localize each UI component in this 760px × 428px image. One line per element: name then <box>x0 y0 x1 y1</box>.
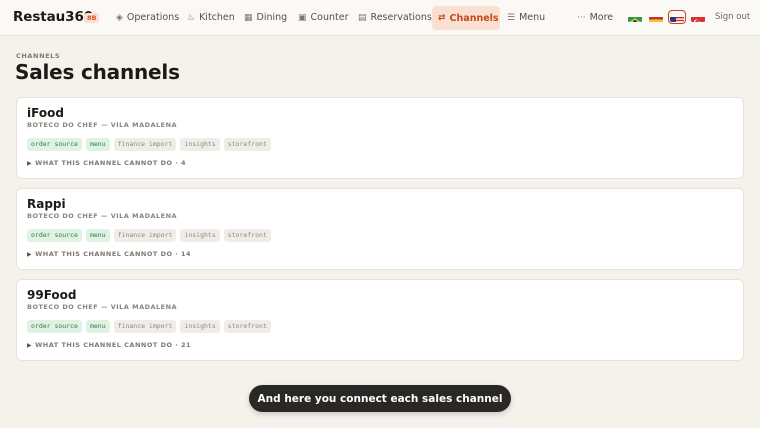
top-navigation-bar: Restau360 8B ◈ Operations ♨ Kitchen ▦ Di… <box>0 0 760 36</box>
nav-item-label: Kitchen <box>199 12 235 23</box>
cannot-do-disclosure[interactable]: ▶ WHAT THIS CHANNEL CANNOT DO · 4 <box>27 159 186 167</box>
capability-tag: insights <box>180 229 220 242</box>
cannot-do-label: WHAT THIS CHANNEL CANNOT DO · 4 <box>35 159 187 167</box>
capability-tag: order source <box>27 138 82 151</box>
nav-item-label: More <box>589 12 614 23</box>
capability-tag: finance import <box>113 320 177 333</box>
channel-venue: BOTECO DO CHEF — VILA MADALENA <box>27 212 178 220</box>
capability-tag: insights <box>180 320 220 333</box>
cannot-do-label: WHAT THIS CHANNEL CANNOT DO · 14 <box>35 250 192 258</box>
disclosure-triangle-icon: ▶ <box>27 341 33 349</box>
swap-icon: ⇄ <box>438 13 446 23</box>
cannot-do-label: WHAT THIS CHANNEL CANNOT DO · 21 <box>35 341 192 349</box>
capability-tag: order source <box>27 320 82 333</box>
calendar-icon: ▤ <box>358 12 367 23</box>
nav-item-channels[interactable]: ⇄ Channels <box>432 6 500 30</box>
nav-item-label: Operations <box>126 12 180 23</box>
ellipsis-icon: ··· <box>577 12 586 23</box>
flame-icon: ♨ <box>187 12 196 23</box>
capability-tag: storefront <box>223 320 271 333</box>
onboarding-toast: And here you connect each sales channel <box>249 385 511 412</box>
nav-item-label: Reservations <box>370 12 432 23</box>
capability-tag: menu <box>85 320 110 333</box>
diamond-icon: ◈ <box>116 12 123 23</box>
sign-out-link[interactable]: Sign out <box>715 12 750 22</box>
nav-item-menu[interactable]: ☰ Menu <box>501 6 551 29</box>
grid-icon: ▦ <box>244 12 253 23</box>
nav-item-operations[interactable]: ◈ Operations <box>110 6 185 29</box>
nav-item-kitchen[interactable]: ♨ Kitchen <box>181 6 241 29</box>
flag-usa-icon[interactable] <box>667 9 687 25</box>
channel-card-rappi: Rappi BOTECO DO CHEF — VILA MADALENA ord… <box>16 188 744 270</box>
flag-turkey-icon[interactable] <box>691 12 705 22</box>
capability-tags: order source menu finance import insight… <box>27 138 271 151</box>
nav-item-label: Menu <box>519 12 546 23</box>
capability-tag: menu <box>85 229 110 242</box>
brand-logo[interactable]: Restau360 <box>13 9 93 25</box>
cannot-do-disclosure[interactable]: ▶ WHAT THIS CHANNEL CANNOT DO · 14 <box>27 250 191 258</box>
nav-item-label: Dining <box>256 12 288 23</box>
breadcrumb: CHANNELS <box>16 52 61 60</box>
flag-spain-icon[interactable] <box>649 12 663 22</box>
capability-tag: storefront <box>223 138 271 151</box>
channel-venue: BOTECO DO CHEF — VILA MADALENA <box>27 121 178 129</box>
nav-item-more[interactable]: ··· More <box>571 6 619 29</box>
page-title: Sales channels <box>15 60 180 84</box>
channel-name: Rappi <box>27 197 66 211</box>
menu-icon: ☰ <box>507 12 516 23</box>
register-icon: ▣ <box>298 12 307 23</box>
channel-name: iFood <box>27 106 64 120</box>
channel-venue: BOTECO DO CHEF — VILA MADALENA <box>27 303 178 311</box>
brand-badge: 8B <box>84 13 100 23</box>
capability-tag: finance import <box>113 138 177 151</box>
disclosure-triangle-icon: ▶ <box>27 159 33 167</box>
nav-item-reservations[interactable]: ▤ Reservations <box>352 6 438 29</box>
nav-item-label: Counter <box>310 12 349 23</box>
capability-tag: insights <box>180 138 220 151</box>
capability-tags: order source menu finance import insight… <box>27 320 271 333</box>
capability-tag: order source <box>27 229 82 242</box>
channel-card-99food: 99Food BOTECO DO CHEF — VILA MADALENA or… <box>16 279 744 361</box>
capability-tag: finance import <box>113 229 177 242</box>
flag-brazil-icon[interactable] <box>628 12 642 22</box>
cannot-do-disclosure[interactable]: ▶ WHAT THIS CHANNEL CANNOT DO · 21 <box>27 341 191 349</box>
nav-item-counter[interactable]: ▣ Counter <box>292 6 354 29</box>
channel-card-ifood: iFood BOTECO DO CHEF — VILA MADALENA ord… <box>16 97 744 179</box>
capability-tag: storefront <box>223 229 271 242</box>
nav-item-dining[interactable]: ▦ Dining <box>238 6 293 29</box>
nav-item-label: Channels <box>449 12 499 24</box>
capability-tag: menu <box>85 138 110 151</box>
capability-tags: order source menu finance import insight… <box>27 229 271 242</box>
channel-name: 99Food <box>27 288 77 302</box>
disclosure-triangle-icon: ▶ <box>27 250 33 258</box>
